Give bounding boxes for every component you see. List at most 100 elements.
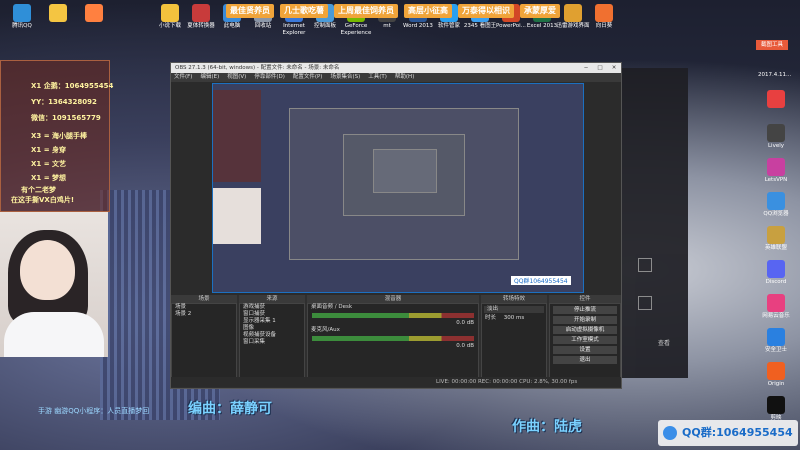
info-line: X1 企鹅：1064955454 <box>31 82 114 90</box>
streamer-shirt <box>4 312 104 357</box>
info-line: 在这手撕VX白鸡片! <box>11 196 75 204</box>
virtual-camera-button[interactable]: 启动虚拟摄像机 <box>553 326 617 334</box>
app-icon <box>767 226 785 244</box>
sources-header: 来源 <box>239 295 305 303</box>
app-icon <box>767 362 785 380</box>
controls-header: 控件 <box>549 295 621 303</box>
mixer-channel-db: 0.0 dB <box>456 343 474 349</box>
menu-file[interactable]: 文件(F) <box>174 73 192 82</box>
desktop-icon-label: QQ浏览器 <box>763 211 789 217</box>
mixer-header: 混音器 <box>307 295 479 303</box>
desktop-icon[interactable]: 向日葵 <box>584 2 624 30</box>
desktop-icon[interactable]: Origin <box>756 360 796 388</box>
desktop-icon-label: 回收站 <box>254 23 272 29</box>
app-icon <box>767 124 785 142</box>
banner-item: 高层小征高 <box>404 4 452 18</box>
desktop-icon-label: Origin <box>767 381 785 387</box>
download-icon[interactable] <box>638 296 652 310</box>
desktop-icon-label: 英雄联盟 <box>764 245 787 251</box>
source-item[interactable]: 视频捕获设备 <box>240 332 304 339</box>
info-line: 有个二老梦 <box>21 186 56 194</box>
studio-mode-button[interactable]: 工作室模式 <box>553 336 617 344</box>
menu-view[interactable]: 视图(V) <box>227 73 246 82</box>
desktop-icon[interactable]: 网易云音乐 <box>756 292 796 320</box>
version-badge: 2017.4.11... <box>758 72 792 78</box>
source-item[interactable]: 窗口采集 <box>240 339 304 346</box>
desktop-icon-label: 软件管家 <box>437 23 460 29</box>
obs-menu-bar: 文件(F) 编辑(E) 视图(V) 停靠部件(D) 配置文件(P) 场景集合(S… <box>171 73 621 82</box>
subtitle-right: 作曲：陆虎 <box>512 419 582 435</box>
menu-tools[interactable]: 工具(T) <box>368 73 387 82</box>
sources-list: 游戏捕获 窗口捕获 显示器采集 1 图像 视频捕获设备 窗口采集 <box>239 303 305 379</box>
transition-select[interactable]: 淡出 <box>484 306 544 313</box>
window-side-text: 查看 <box>658 340 671 347</box>
exit-button[interactable]: 退出 <box>553 356 617 364</box>
obs-preview[interactable]: QQ群1064955454 <box>212 83 584 293</box>
download-icon[interactable] <box>638 258 652 272</box>
desktop-icon[interactable]: LetsVPN <box>756 156 796 184</box>
duration-label: 时长 <box>485 315 497 321</box>
desktop-icon[interactable]: 剪映 <box>756 394 796 422</box>
desktop-icon[interactable]: 安全卫士 <box>756 326 796 354</box>
desktop-icon-label: Discord <box>765 279 787 285</box>
streamer-info-panel: X1 企鹅：1064955454 YY：1364328092 微信：109156… <box>0 60 114 212</box>
menu-help[interactable]: 帮助(H) <box>395 73 414 82</box>
banner-item: 几士歌吃薯 <box>280 4 328 18</box>
info-line: X1 = 梦想 <box>31 174 67 182</box>
volume-meter <box>312 336 474 341</box>
settings-button[interactable]: 设置 <box>553 346 617 354</box>
info-line: X3 = 海小腿手棒 <box>31 132 88 140</box>
minimize-button[interactable]: ─ <box>579 63 593 73</box>
app-icon <box>767 294 785 312</box>
desktop-icon[interactable] <box>756 88 796 109</box>
nested-webcam <box>213 188 261 244</box>
duration-input[interactable]: 300 ms <box>504 315 524 321</box>
audio-mixer: 桌面音频 / Desk 0.0 dB 麦克风/Aux 0.0 dB <box>307 303 479 379</box>
desktop-icon[interactable] <box>38 2 78 23</box>
desktop-icon-label: 此电脑 <box>223 23 241 29</box>
desktop-icon[interactable]: Lively <box>756 122 796 150</box>
controls-panel: 停止推流 开始录制 启动虚拟摄像机 工作室模式 设置 退出 <box>549 303 621 379</box>
desktop-icon[interactable]: 腾讯QQ <box>2 2 42 30</box>
obs-window: OBS 27.1.3 (64-bit, windows) - 配置文件: 未命名… <box>170 62 622 389</box>
menu-edit[interactable]: 编辑(E) <box>200 73 219 82</box>
desktop-icon-label: 夏体转换器 <box>187 23 215 29</box>
scenes-list: 场景 场景 2 <box>171 303 237 379</box>
stop-streaming-button[interactable]: 停止推流 <box>553 306 617 314</box>
source-item[interactable]: 游戏捕获 <box>240 304 304 311</box>
app-icon <box>564 4 582 22</box>
duration-row: 时长 300 ms <box>482 315 546 322</box>
maximize-button[interactable]: □ <box>593 63 607 73</box>
source-item[interactable]: 显示器采集 1 <box>240 318 304 325</box>
obs-title-bar: OBS 27.1.3 (64-bit, windows) - 配置文件: 未命名… <box>171 63 621 73</box>
menu-scene-collection[interactable]: 场景集合(S) <box>330 73 360 82</box>
qq-group-badge: QQ群:1064955454 <box>658 420 798 446</box>
qq-group-text: QQ群:1064955454 <box>682 426 793 439</box>
screenshot-tool-button[interactable]: 截图工具 <box>756 40 788 50</box>
desktop-icon[interactable]: 英雄联盟 <box>756 224 796 252</box>
webcam-overlay <box>0 212 108 357</box>
desktop-icon[interactable]: QQ浏览器 <box>756 190 796 218</box>
source-item[interactable]: 图像 <box>240 325 304 332</box>
bottom-note: 手游 幽游QQ小程序：人员直播梦回 <box>38 407 150 415</box>
info-line: 微信：1091565779 <box>31 114 101 122</box>
scene-item[interactable]: 场景 <box>172 304 236 311</box>
menu-docks[interactable]: 停靠部件(D) <box>254 73 285 82</box>
desktop-icon[interactable] <box>74 2 114 23</box>
app-icon <box>767 396 785 414</box>
scene-item[interactable]: 场景 2 <box>172 311 236 318</box>
banner-item: 最佳贤养员 <box>226 4 274 18</box>
nested-info-panel <box>213 90 261 182</box>
desktop-icon[interactable]: Discord <box>756 258 796 286</box>
source-item[interactable]: 窗口捕获 <box>240 311 304 318</box>
desktop-icon-label: LetsVPN <box>764 177 788 183</box>
info-line: X1 = 文艺 <box>31 160 67 168</box>
nested-qq-badge: QQ群1064955454 <box>511 276 571 285</box>
info-line: YY：1364328092 <box>31 98 97 106</box>
start-recording-button[interactable]: 开始录制 <box>553 316 617 324</box>
banner-item: 上周最佳饲养员 <box>334 4 398 18</box>
menu-profile[interactable]: 配置文件(P) <box>293 73 323 82</box>
desktop-icon-label: 向日葵 <box>595 23 613 29</box>
desktop-icon-label: Internet Explorer <box>282 23 306 36</box>
close-button[interactable]: ✕ <box>607 63 621 73</box>
